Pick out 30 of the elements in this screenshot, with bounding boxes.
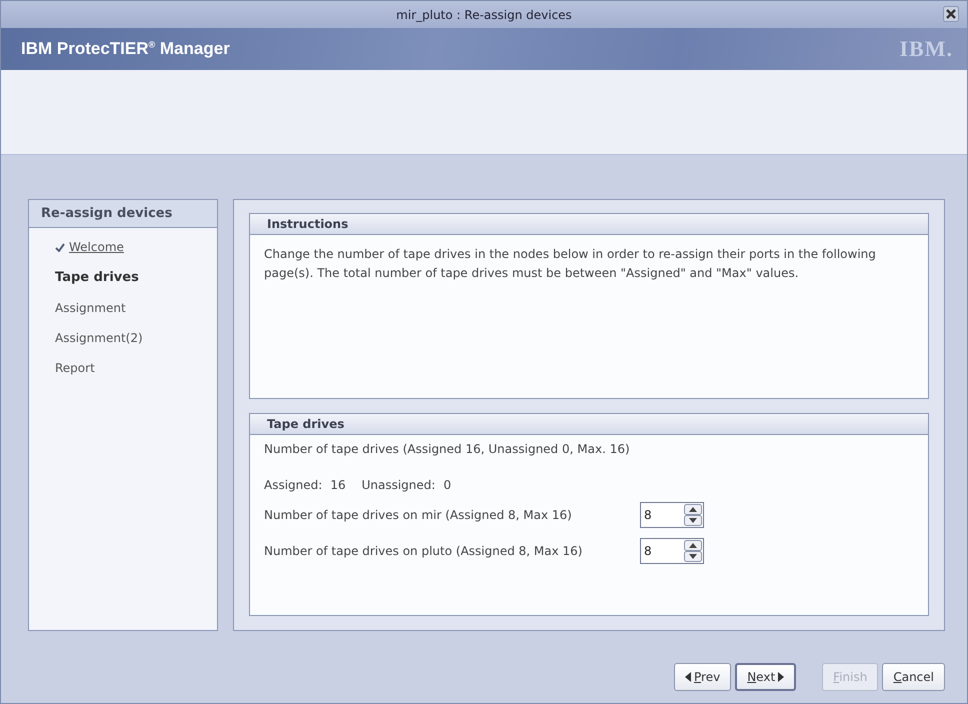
assigned-label: Assigned: bbox=[264, 478, 322, 492]
wizard-button[interactable]: Next bbox=[735, 663, 796, 691]
wizard-step[interactable]: Assignment(2) bbox=[55, 331, 217, 345]
product-name: IBM ProtecTIER$^{®}$ Manager bbox=[21, 39, 230, 59]
assigned-value: 16 bbox=[330, 478, 346, 492]
wizard-step[interactable]: Report bbox=[55, 361, 217, 375]
wizard-step[interactable]: Welcome bbox=[55, 240, 217, 254]
spinner-arrows-icon[interactable] bbox=[684, 540, 702, 562]
summary-text: Number of tape drives (Assigned 16, Unassigned 0, Max. 16) bbox=[264, 442, 631, 456]
instructions-text: Change the number of tape drives in the nodes below in order to re-assign their ports in the following page(s). The total number of tape drives must be between "Assigned" and "Max" values. bbox=[264, 246, 877, 282]
right-triangle-icon bbox=[778, 672, 784, 682]
spinner-arrows-icon[interactable] bbox=[684, 504, 702, 526]
section-header: Tape drives bbox=[250, 414, 928, 435]
wizard-button[interactable]: Cancel bbox=[882, 663, 945, 691]
spinner-field[interactable]: 8 bbox=[640, 502, 704, 528]
close-icon[interactable] bbox=[943, 6, 959, 22]
node-label: Number of tape drives on pluto (Assigned 8, Max 16) bbox=[264, 544, 584, 558]
wizard-step[interactable]: Assignment bbox=[55, 301, 217, 315]
spinner-field[interactable]: 8 bbox=[640, 538, 704, 564]
check-icon bbox=[55, 242, 65, 252]
left-triangle-icon bbox=[685, 672, 691, 682]
logo: IBM. bbox=[900, 36, 953, 62]
node-label: Number of tape drives on mir (Assigned 8, Max 16) bbox=[264, 508, 573, 522]
section-header: Instructions bbox=[250, 214, 928, 235]
wizard-step[interactable]: Tape drives bbox=[55, 270, 217, 285]
sidebar-title: Re-assign devices bbox=[29, 200, 217, 228]
window-title: mir_pluto : Re-assign devices bbox=[396, 8, 572, 22]
unassigned-value: 0 bbox=[443, 478, 452, 492]
unassigned-label: Unassigned: bbox=[362, 478, 436, 492]
wizard-button[interactable]: Prev bbox=[674, 663, 732, 691]
